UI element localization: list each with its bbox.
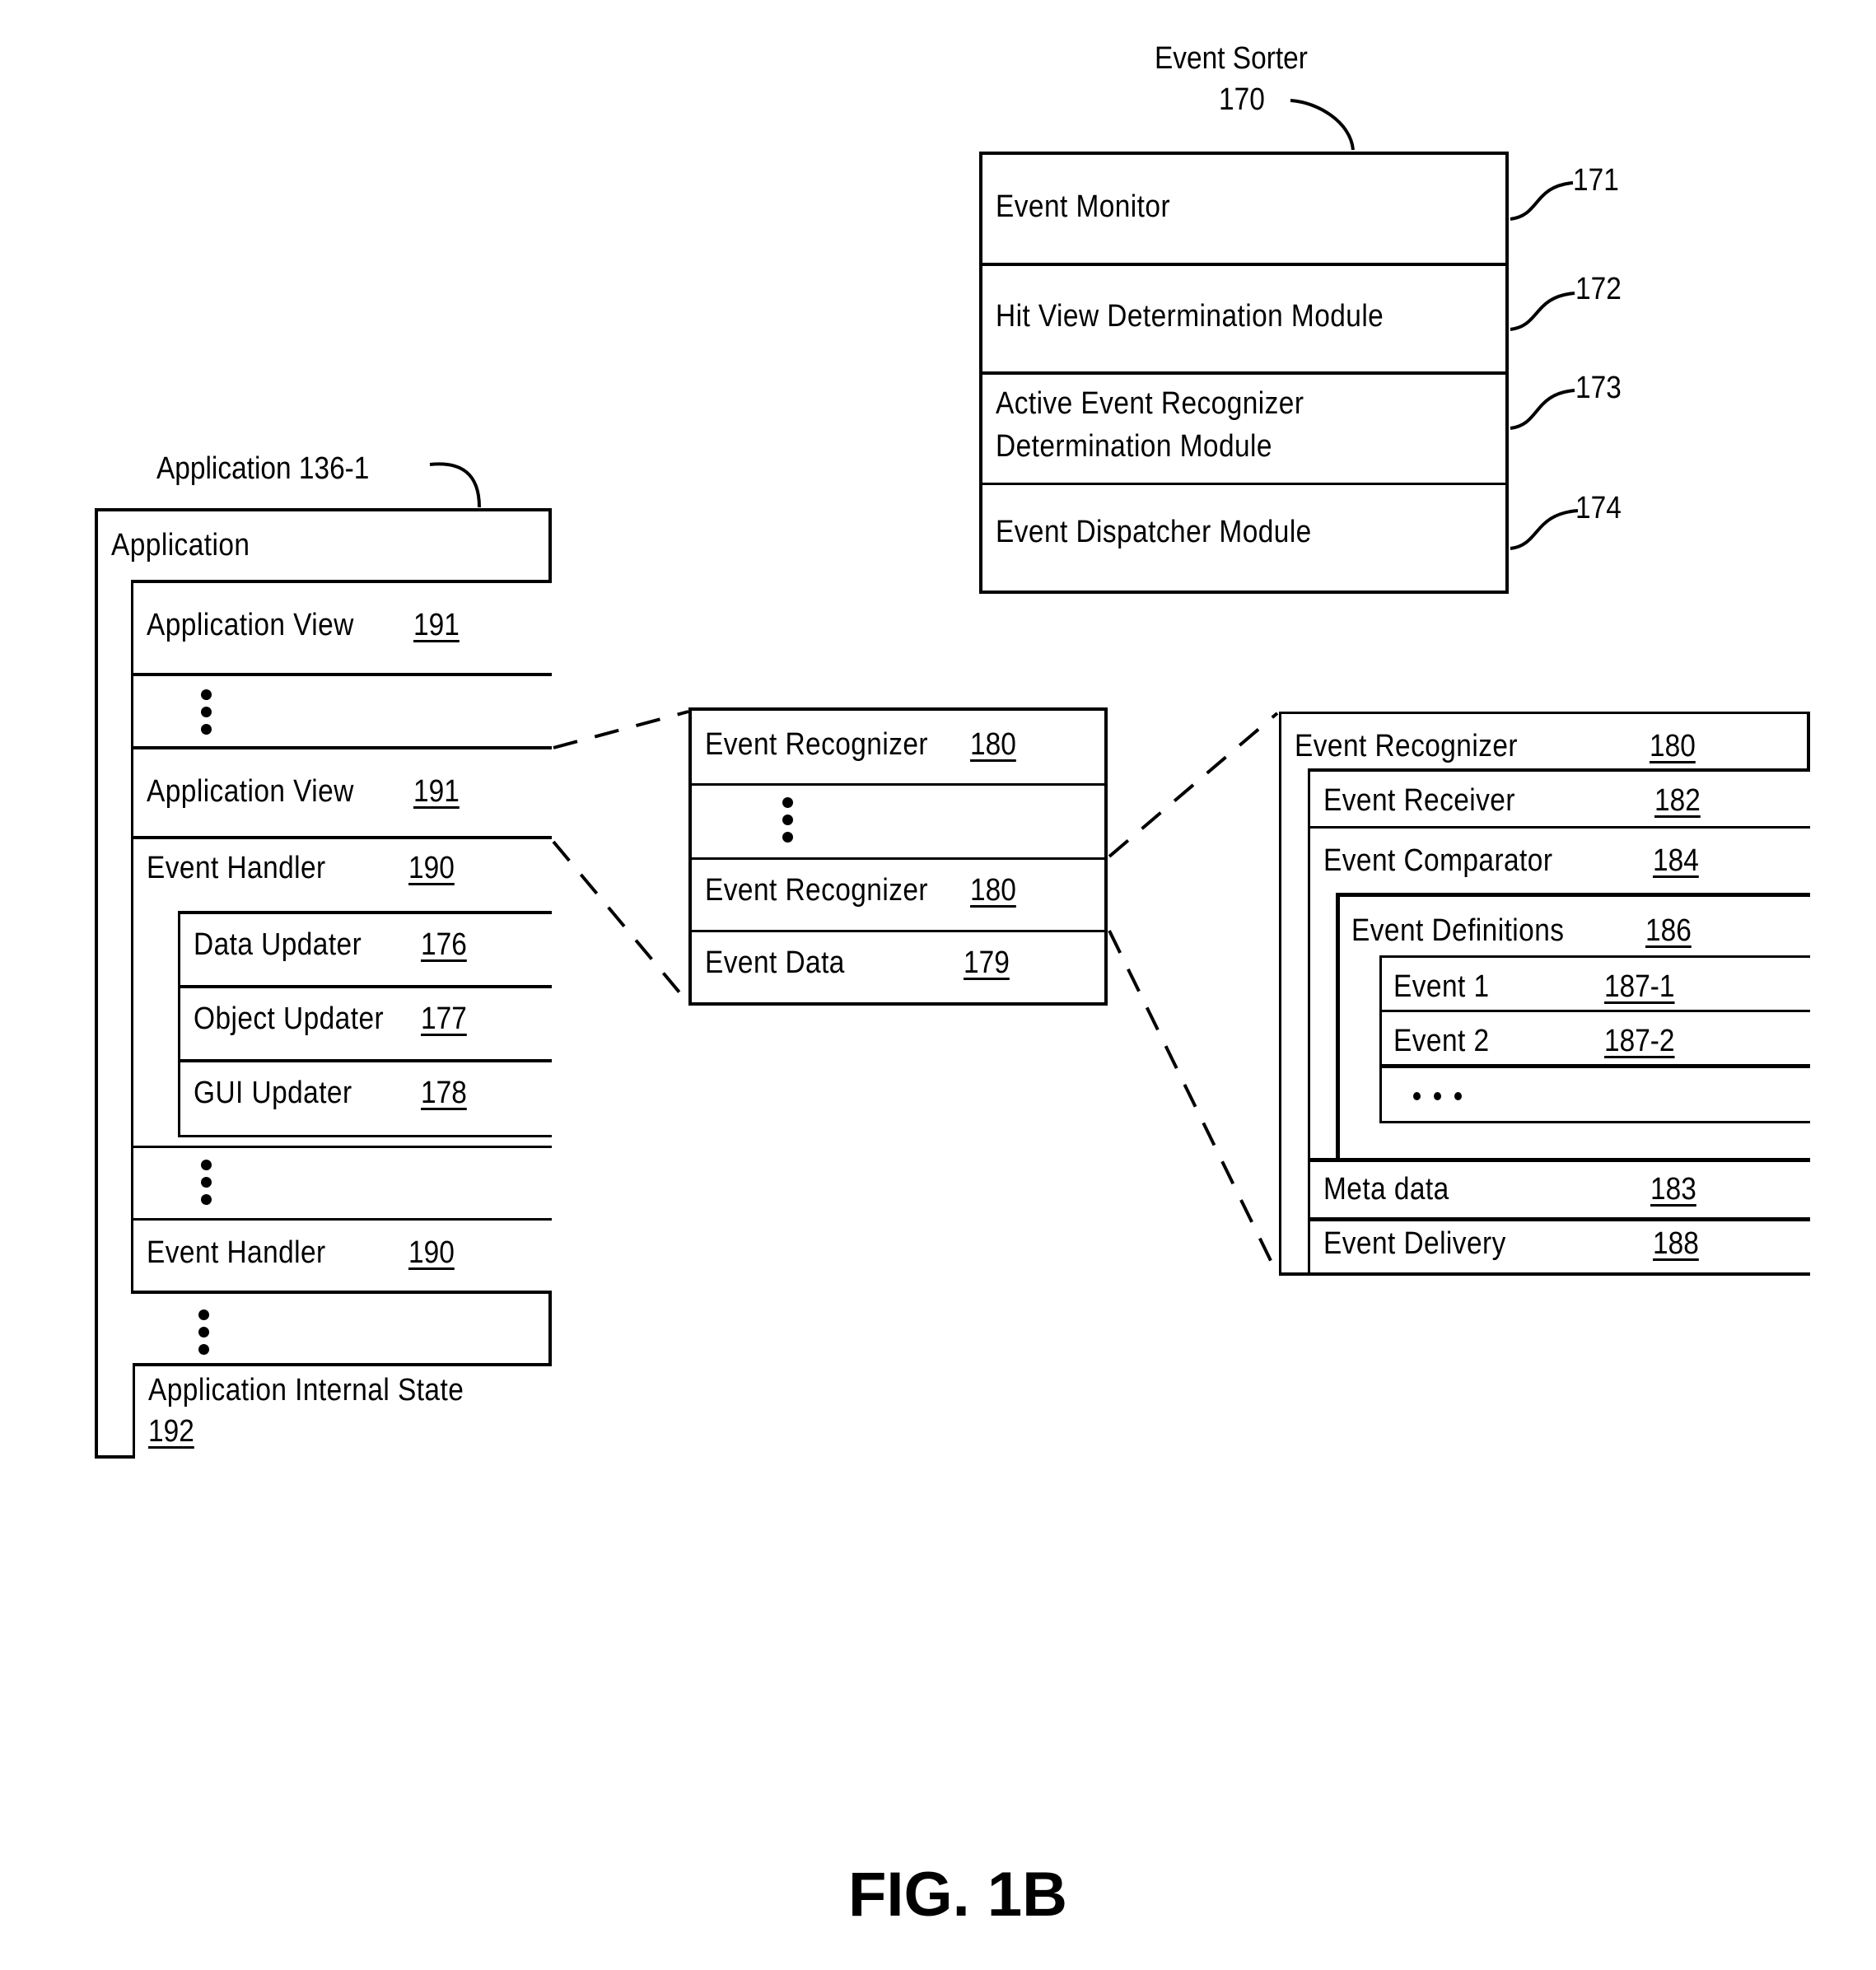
event-recognizers-ellipsis	[692, 786, 1104, 860]
application-view-2-ref: 191	[413, 774, 460, 809]
event-2-label: Event 2	[1393, 1024, 1490, 1058]
event-dispatcher-module: Event Dispatcher Module	[982, 485, 1505, 591]
event-sorter-ref: 170	[1219, 82, 1265, 117]
vertical-ellipsis-icon	[198, 1309, 210, 1361]
event-definitions-label: Event Definitions	[1351, 913, 1565, 948]
data-updater: Data Updater 176	[178, 911, 552, 988]
event-recognizer-detail-ref: 180	[1650, 729, 1696, 763]
hit-view-determination-module: Hit View Determination Module	[982, 266, 1505, 375]
event-delivery-ref: 188	[1653, 1226, 1699, 1261]
event-receiver: Event Receiver 182	[1308, 768, 1810, 828]
zoom-line-app-top	[553, 710, 689, 749]
ref-171: 171	[1573, 163, 1619, 198]
event-2-ref: 187-2	[1604, 1024, 1675, 1058]
event-handlers-ellipsis	[131, 1146, 552, 1220]
application-view-2-label: Application View	[147, 774, 354, 809]
event-recognizer-2-ref: 180	[970, 873, 1016, 908]
hit-view-determination-label: Hit View Determination Module	[996, 299, 1384, 334]
event-sorter-title: Event Sorter	[1155, 41, 1308, 76]
event-definitions-ref: 186	[1645, 913, 1692, 948]
event-1-ref: 187-1	[1604, 969, 1675, 1004]
ref-173: 173	[1575, 371, 1622, 405]
leader-172	[1510, 292, 1575, 331]
object-updater: Object Updater 177	[178, 985, 552, 1062]
event-receiver-label: Event Receiver	[1323, 783, 1515, 818]
vertical-ellipsis-icon	[201, 689, 212, 741]
event-data-label: Event Data	[705, 945, 845, 980]
application-view-2: Application View 191	[131, 746, 552, 840]
event-monitor-module: Event Monitor	[982, 155, 1505, 266]
vertical-ellipsis-icon	[201, 1160, 212, 1211]
application-view-1-label: Application View	[147, 608, 354, 642]
zoom-line-rec-bottom	[1108, 930, 1279, 1275]
metadata: Meta data 183	[1308, 1158, 1810, 1217]
application-view-1-ref: 191	[413, 608, 460, 642]
events-ellipsis	[1379, 1064, 1810, 1123]
application-view-1: Application View 191	[131, 580, 552, 676]
data-updater-label: Data Updater	[194, 927, 362, 962]
gui-updater-label: GUI Updater	[194, 1076, 352, 1110]
active-event-recognizer-label-line2: Determination Module	[996, 429, 1272, 464]
leader-170	[1290, 99, 1355, 151]
horizontal-ellipsis-icon	[1413, 1090, 1475, 1100]
leader-173	[1510, 389, 1575, 430]
event-comparator-ref: 184	[1653, 843, 1699, 878]
ref-172: 172	[1575, 272, 1622, 306]
event-handler-1-label: Event Handler	[147, 851, 326, 885]
event-recognizer-1-label: Event Recognizer	[705, 727, 928, 762]
application-internal-state-ref: 192	[148, 1414, 194, 1449]
event-2: Event 2 187-2	[1379, 1010, 1810, 1066]
application-callout-label: Application 136-1	[156, 451, 370, 486]
gui-updater: GUI Updater 178	[178, 1059, 552, 1137]
event-1: Event 1 187-1	[1379, 955, 1810, 1011]
zoom-line-rec-top	[1108, 712, 1279, 858]
leader-174	[1510, 509, 1579, 550]
event-recognizer-1-ref: 180	[970, 727, 1016, 762]
zoom-line-app-bottom	[552, 840, 690, 1005]
vertical-ellipsis-icon	[782, 797, 794, 849]
event-monitor-label: Event Monitor	[996, 189, 1171, 224]
event-1-label: Event 1	[1393, 969, 1490, 1004]
object-updater-ref: 177	[421, 1001, 467, 1036]
event-recognizer-1: Event Recognizer 180	[692, 711, 1104, 786]
event-dispatcher-label: Event Dispatcher Module	[996, 515, 1312, 549]
event-delivery-label: Event Delivery	[1323, 1226, 1506, 1261]
event-recognizer-2-label: Event Recognizer	[705, 873, 928, 908]
application-views-ellipsis	[131, 673, 552, 749]
application-header: Application	[111, 528, 250, 563]
event-sorter-box: Event Monitor Hit View Determination Mod…	[979, 152, 1509, 594]
event-recognizer-2: Event Recognizer 180	[692, 860, 1104, 932]
event-data: Event Data 179	[692, 932, 1104, 1002]
application-internal-state-label: Application Internal State	[148, 1373, 464, 1407]
event-recognizer-detail-title: Event Recognizer	[1295, 729, 1518, 763]
application-internal-state: Application Internal State 192	[133, 1363, 552, 1459]
metadata-label: Meta data	[1323, 1172, 1449, 1207]
event-handler-2: Event Handler 190	[131, 1218, 552, 1294]
event-comparator-label: Event Comparator	[1323, 843, 1553, 878]
metadata-ref: 183	[1650, 1172, 1696, 1207]
data-updater-ref: 176	[421, 927, 467, 962]
active-event-recognizer-label-line1: Active Event Recognizer	[996, 386, 1304, 421]
gui-updater-ref: 178	[421, 1076, 467, 1110]
event-receiver-ref: 182	[1654, 783, 1701, 818]
ref-174: 174	[1575, 491, 1622, 525]
event-handler-1-ref: 190	[408, 851, 455, 885]
leader-171	[1510, 181, 1574, 221]
object-updater-label: Object Updater	[194, 1001, 385, 1036]
active-event-recognizer-determination-module: Active Event Recognizer Determination Mo…	[982, 375, 1505, 485]
event-delivery: Event Delivery 188	[1308, 1217, 1810, 1276]
event-data-ref: 179	[964, 945, 1010, 980]
leader-136-1	[429, 462, 481, 508]
figure-label: FIG. 1B	[848, 1860, 1068, 1930]
event-handler-2-ref: 190	[408, 1235, 455, 1270]
event-recognizer-list-box: Event Recognizer 180 Event Recognizer 18…	[688, 707, 1108, 1006]
event-handler-2-label: Event Handler	[147, 1235, 326, 1270]
